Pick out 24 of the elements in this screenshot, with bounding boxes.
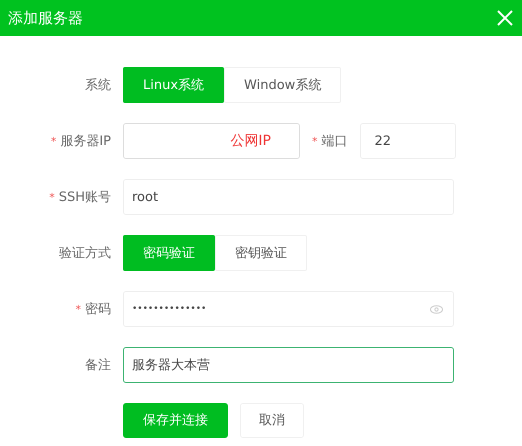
field-label: SSH账号 bbox=[58, 190, 111, 205]
field-label: 备注 bbox=[85, 358, 111, 373]
field-label: 端口 bbox=[322, 134, 348, 149]
required-mark: * bbox=[76, 303, 81, 316]
annotation-text: 公网IP bbox=[230, 132, 271, 150]
input-field[interactable]: 公网IP bbox=[123, 123, 300, 159]
required-mark: * bbox=[50, 135, 56, 148]
input-field[interactable]: 22 bbox=[360, 123, 456, 159]
segment-option[interactable]: 密钥验证 bbox=[215, 235, 307, 271]
dialog-title: 添加服务器 bbox=[8, 8, 83, 28]
field-label: 密码 bbox=[85, 302, 111, 317]
field-label: 验证方式 bbox=[59, 246, 111, 261]
input-field[interactable]: root bbox=[123, 179, 454, 215]
input-field[interactable]: 服务器大本营 bbox=[123, 347, 454, 383]
field-label: 服务器IP bbox=[60, 134, 111, 149]
close-icon[interactable] bbox=[497, 10, 513, 26]
segment-option[interactable]: Window系统 bbox=[224, 67, 342, 103]
password-field[interactable]: •••••••••••••• bbox=[123, 291, 454, 327]
cancel-button[interactable]: 取消 bbox=[240, 402, 304, 438]
field-label: 系统 bbox=[85, 78, 111, 93]
required-mark: * bbox=[312, 135, 318, 148]
password-dots: •••••••••••••• bbox=[132, 304, 206, 314]
required-mark: * bbox=[49, 191, 55, 204]
eye-icon[interactable] bbox=[430, 304, 443, 314]
